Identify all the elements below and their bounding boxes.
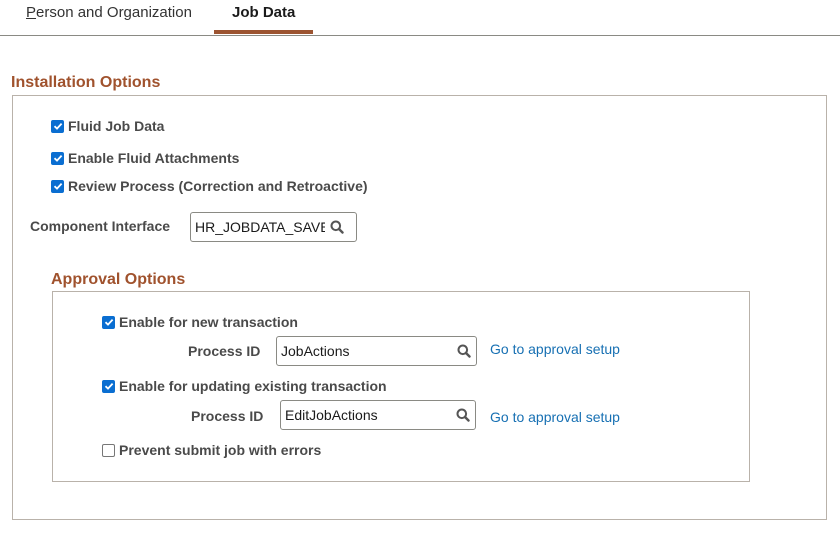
checkmark-icon: [53, 182, 62, 190]
fluid-job-data-checkbox-row[interactable]: Fluid Job Data: [51, 118, 164, 134]
tab-label: Person and Organization: [26, 4, 192, 21]
component-interface-label: Component Interface: [30, 218, 171, 234]
process-id-input-new[interactable]: JobActions: [276, 336, 477, 366]
enable-fluid-attachments-checkbox[interactable]: [51, 151, 64, 165]
component-interface-input[interactable]: HR_JOBDATA_SAVE: [190, 212, 357, 242]
fluid-job-data-checkbox[interactable]: [51, 119, 64, 133]
enable-update-transaction-checkbox-row[interactable]: Enable for updating existing transaction: [102, 378, 387, 394]
enable-new-transaction-checkbox-row[interactable]: Enable for new transaction: [102, 314, 298, 330]
process-id-value: JobActions: [281, 343, 350, 359]
prevent-submit-checkbox-row[interactable]: Prevent submit job with errors: [102, 442, 321, 458]
checkbox-label: Enable for new transaction: [119, 314, 298, 330]
tab-job-data[interactable]: Job Data: [232, 4, 295, 21]
search-icon[interactable]: [452, 339, 476, 363]
enable-new-transaction-checkbox[interactable]: [102, 315, 115, 329]
enable-fluid-attachments-checkbox-row[interactable]: Enable Fluid Attachments: [51, 150, 239, 166]
checkmark-icon: [104, 318, 113, 326]
checkmark-icon: [53, 122, 62, 130]
installation-options-title: Installation Options: [11, 74, 161, 91]
checkmark-icon: [104, 382, 113, 390]
approval-options-title: Approval Options: [51, 271, 186, 288]
process-id-label-update: Process ID: [191, 408, 264, 424]
process-id-label-new: Process ID: [188, 343, 261, 359]
process-id-value: EditJobActions: [285, 407, 378, 423]
prevent-submit-checkbox[interactable]: [102, 443, 115, 457]
checkbox-label: Fluid Job Data: [68, 118, 165, 134]
go-to-approval-setup-link-new[interactable]: Go to approval setup: [490, 341, 620, 357]
review-process-checkbox[interactable]: [51, 179, 64, 193]
search-icon[interactable]: [325, 215, 349, 239]
component-interface-value: HR_JOBDATA_SAVE: [195, 219, 325, 235]
tab-person-and-organization[interactable]: Person and Organization: [26, 4, 192, 21]
search-icon[interactable]: [451, 403, 475, 427]
tabs-divider: [0, 35, 840, 36]
checkbox-label: Enable Fluid Attachments: [68, 150, 240, 166]
checkbox-label: Prevent submit job with errors: [119, 442, 322, 458]
review-process-checkbox-row[interactable]: Review Process (Correction and Retroacti…: [51, 178, 368, 194]
enable-update-transaction-checkbox[interactable]: [102, 379, 115, 393]
checkbox-label: Enable for updating existing transaction: [119, 378, 387, 394]
process-id-input-update[interactable]: EditJobActions: [280, 400, 476, 430]
active-tab-indicator: [214, 30, 313, 34]
go-to-approval-setup-link-update[interactable]: Go to approval setup: [490, 409, 620, 425]
checkmark-icon: [53, 154, 62, 162]
checkbox-label: Review Process (Correction and Retroacti…: [68, 178, 368, 194]
